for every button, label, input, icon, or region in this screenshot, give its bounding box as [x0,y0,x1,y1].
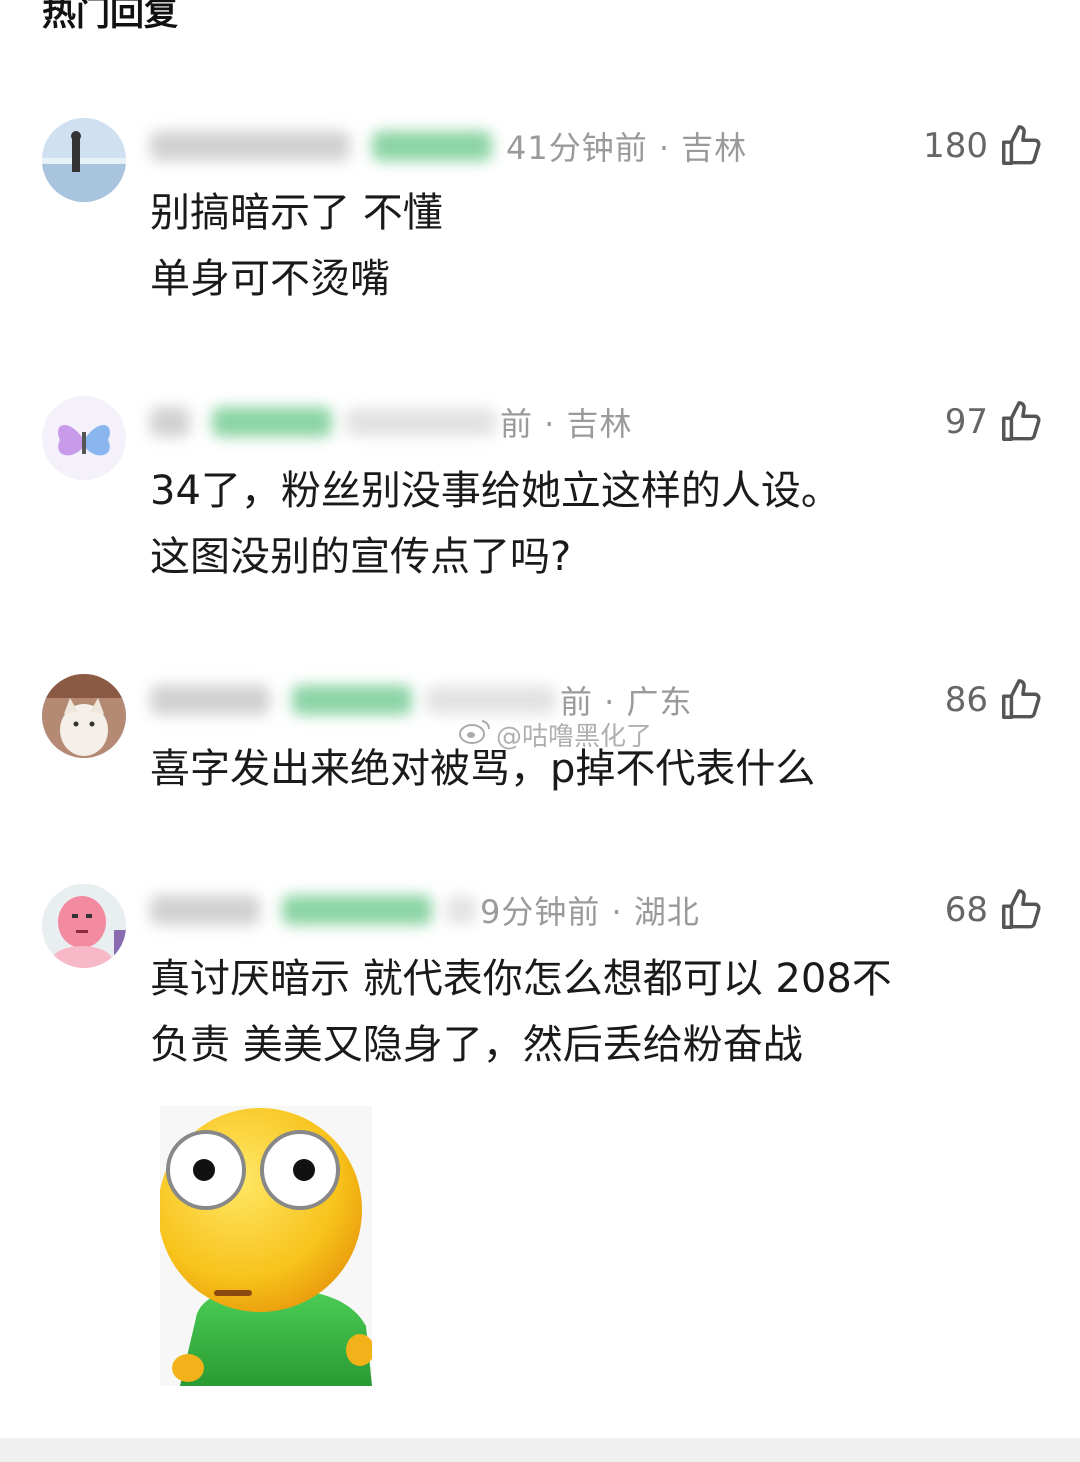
thumbs-up-icon[interactable] [998,123,1044,169]
comment-meta: 41分钟前 · 吉林 [150,122,747,170]
like-count: 68 [944,890,988,930]
username[interactable] [150,685,270,715]
weibo-logo-icon [458,717,496,752]
avatar[interactable] [42,674,126,758]
username[interactable] [150,895,260,925]
comment-meta: 9分钟前 · 湖北 [150,886,700,934]
comment-line: 单身可不烫嘴 [150,256,390,302]
thumbs-up-icon[interactable] [998,399,1044,445]
user-badge [372,131,492,161]
blurred-time [426,686,556,714]
time-location: 41分钟前 · 吉林 [506,129,748,167]
blurred-time [446,896,476,924]
section-title: 热门回复 [42,0,178,34]
comment-line: 别搞暗示了 不懂 [150,190,443,236]
user-badge [292,685,412,715]
thumbs-up-icon[interactable] [998,677,1044,723]
thumbs-up-icon[interactable] [998,887,1044,933]
comment-line: 负责 美美又隐身了，然后丢给粉奋战 [150,1022,803,1068]
comment-meta: 前 · 吉林 [150,398,633,446]
username[interactable] [150,407,190,437]
avatar[interactable] [42,396,126,480]
user-badge [282,895,432,925]
avatar[interactable] [42,118,126,202]
like-button[interactable]: 68 [945,886,1044,934]
username[interactable] [150,131,350,161]
comment-line: 真讨厌暗示 就代表你怎么想都可以 208不 [150,956,892,1002]
like-button[interactable]: 180 [923,122,1044,170]
time-location: 前 · 吉林 [500,405,633,443]
comment-line: 34了，粉丝别没事给她立这样的人设。 [150,468,841,514]
comment-line: 这图没别的宣传点了吗? [150,534,572,580]
blurred-time [346,408,496,436]
bottom-divider [0,1438,1080,1462]
time-location: 9分钟前 · 湖北 [480,893,700,931]
emoji-sticker-image[interactable] [158,1106,374,1386]
like-button[interactable]: 97 [945,398,1044,446]
avatar[interactable] [42,884,126,968]
comment-content: 别搞暗示了 不懂 单身可不烫嘴 [150,180,1030,312]
like-count: 180 [923,126,988,166]
watermark: @咕噜黑化了 [458,716,652,753]
comment-content: 34了，粉丝别没事给她立这样的人设。 这图没别的宣传点了吗? [150,458,1030,590]
like-count: 86 [944,680,988,720]
watermark-text: @咕噜黑化了 [496,722,653,752]
like-button[interactable]: 86 [945,676,1044,724]
comment-content: 真讨厌暗示 就代表你怎么想都可以 208不 负责 美美又隐身了，然后丢给粉奋战 [150,946,1030,1078]
like-count: 97 [944,402,988,442]
user-badge [212,407,332,437]
